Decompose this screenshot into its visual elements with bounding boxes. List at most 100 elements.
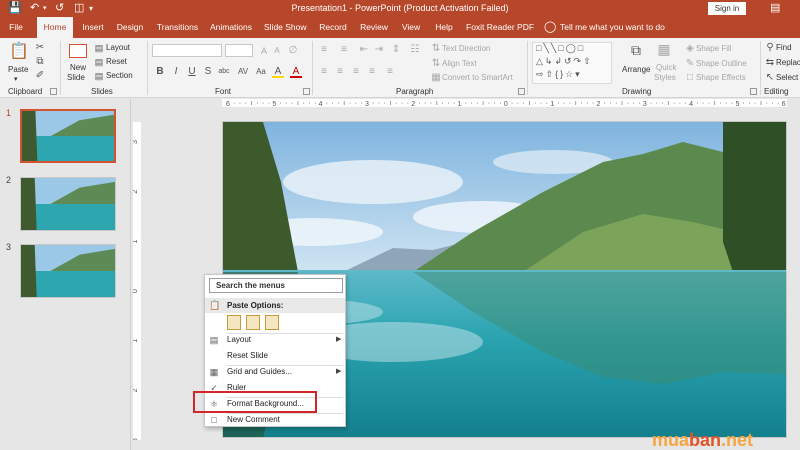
font-color-button[interactable]: A [290, 66, 302, 78]
increase-font-icon[interactable]: A [258, 45, 270, 57]
shape-fill-button[interactable]: Shape Fill [696, 44, 732, 53]
tab-design[interactable]: Design [114, 17, 146, 38]
shapes-row-2-icon[interactable]: △↳↲↺↷⇧ [536, 56, 593, 67]
clipboard-launcher-icon[interactable] [50, 88, 57, 95]
find-icon: ⚲ [766, 42, 774, 53]
bullets-icon[interactable]: ≡ [318, 44, 330, 56]
copy-icon[interactable]: ⧉ [34, 56, 46, 68]
ruler-tick [529, 101, 530, 105]
format-painter-icon[interactable]: ✐ [34, 70, 46, 82]
paste-button[interactable]: Paste [8, 65, 28, 74]
shape-outline-button[interactable]: Shape Outline [696, 59, 747, 68]
ruler-tick [540, 102, 542, 104]
tell-me-search[interactable]: Tell me what you want to do [560, 17, 665, 38]
pane-splitter[interactable] [130, 99, 131, 450]
tab-review[interactable]: Review [358, 17, 390, 38]
tab-file[interactable]: File [4, 17, 28, 38]
align-center-icon[interactable]: ≡ [334, 66, 346, 78]
arrange-button[interactable]: Arrange [622, 65, 650, 74]
strikethrough-button[interactable]: S [202, 66, 214, 78]
italic-button[interactable]: I [170, 66, 182, 78]
align-left-icon[interactable]: ≡ [318, 66, 330, 78]
decrease-font-icon[interactable]: A [271, 45, 283, 57]
character-spacing-button[interactable]: AV [236, 66, 250, 78]
ribbon-display-options-icon[interactable]: ▤ [770, 1, 780, 14]
find-button[interactable]: Find [776, 43, 792, 52]
text-direction-button[interactable]: Text Direction [442, 44, 490, 53]
sign-in-button[interactable]: Sign in [708, 2, 746, 15]
new-slide-icon[interactable] [69, 44, 87, 58]
layout-icon: ▤ [94, 43, 104, 53]
clipboard-paste-icon[interactable]: 📋 [9, 43, 29, 61]
font-name-combobox[interactable] [152, 44, 222, 57]
line-spacing-icon[interactable]: ⇕ [390, 44, 402, 56]
align-text-button[interactable]: Align Text [442, 59, 477, 68]
slide-thumbnail-pane: 1 2 3 [0, 99, 130, 450]
slide-thumbnail-2[interactable] [20, 177, 116, 231]
quick-styles-icon[interactable]: ▦ [656, 42, 672, 59]
paste-keep-source-formatting-icon[interactable] [246, 315, 260, 330]
cut-icon[interactable]: ✂ [34, 42, 46, 54]
tab-record[interactable]: Record [317, 17, 349, 38]
quick-styles-label-2[interactable]: Styles [654, 73, 676, 82]
new-slide-label-1[interactable]: New [70, 63, 86, 72]
underline-button[interactable]: U [186, 66, 198, 78]
numbering-icon[interactable]: ≡ [338, 44, 350, 56]
clear-formatting-icon[interactable]: ∅ [287, 45, 299, 57]
paste-dropdown-icon[interactable]: ▾ [14, 75, 18, 83]
tab-foxit-reader-pdf[interactable]: Foxit Reader PDF [466, 17, 534, 38]
replace-button[interactable]: Replace [776, 58, 800, 67]
font-launcher-icon[interactable] [303, 88, 310, 95]
shapes-row-1-icon[interactable]: □╲╲□◯□ [536, 43, 585, 54]
powerpoint-window: 💾 ↶ ▾ ↺ ◫ ▾ Presentation1 - PowerPoint (… [0, 0, 800, 450]
align-right-icon[interactable]: ≡ [350, 66, 362, 78]
change-case-button[interactable]: Aa [254, 66, 268, 78]
justify-icon[interactable]: ≡ [366, 66, 378, 78]
slide-thumbnail-3[interactable] [20, 244, 116, 298]
arrange-icon[interactable]: ⧉ [628, 43, 644, 60]
paragraph-launcher-icon[interactable] [518, 88, 525, 95]
layout-button[interactable]: Layout [106, 43, 130, 52]
vertical-scrollbar[interactable] [790, 99, 800, 450]
tab-slide-show[interactable]: Slide Show [264, 17, 307, 38]
ruler-tick-label: 6 [226, 101, 230, 107]
tab-help[interactable]: Help [433, 17, 455, 38]
ruler-tick [749, 102, 750, 104]
select-button[interactable]: Select [776, 73, 798, 82]
ruler-tick [760, 101, 762, 105]
distributed-icon[interactable]: ≡ [384, 66, 396, 78]
menu-item-reset-slide[interactable]: Reset Slide [205, 348, 345, 364]
thumbnail-image [21, 178, 115, 230]
tab-transitions[interactable]: Transitions [155, 17, 200, 38]
tab-home[interactable]: Home [37, 17, 73, 38]
paste-picture-icon[interactable] [265, 315, 279, 330]
text-shadow-button[interactable]: abc [216, 66, 232, 78]
tab-insert[interactable]: Insert [80, 17, 106, 38]
tab-view[interactable]: View [399, 17, 423, 38]
columns-icon[interactable]: ☷ [409, 44, 421, 56]
slide-thumbnail-1[interactable] [20, 109, 116, 163]
menu-item-layout[interactable]: ▤ Layout ▶ [205, 332, 345, 348]
section-button[interactable]: Section [106, 71, 133, 80]
ruler-tick-label: 1 [550, 101, 554, 107]
quick-styles-label-1[interactable]: Quick [656, 63, 676, 72]
reset-button[interactable]: Reset [106, 57, 127, 66]
decrease-indent-icon[interactable]: ⇤ [358, 44, 370, 56]
increase-indent-icon[interactable]: ⇥ [373, 44, 385, 56]
shapes-gallery[interactable]: □╲╲□◯□ △↳↲↺↷⇧ ⇨⇧{}☆▾ [532, 42, 612, 84]
convert-smartart-button[interactable]: Convert to SmartArt [442, 73, 513, 82]
menu-item-new-comment[interactable]: □ New Comment [205, 412, 345, 428]
menu-item-grid-and-guides[interactable]: ▦ Grid and Guides... ▶ [205, 364, 345, 380]
tab-animations[interactable]: Animations [207, 17, 255, 38]
shapes-row-3-icon[interactable]: ⇨⇧{}☆▾ [536, 69, 582, 80]
highlight-color-button[interactable]: A [272, 66, 284, 78]
new-slide-label-2[interactable]: Slide [67, 73, 85, 82]
bold-button[interactable]: B [154, 66, 166, 78]
ruler-tick-label: 2 [411, 101, 415, 107]
font-size-combobox[interactable] [225, 44, 253, 57]
shape-effects-button[interactable]: Shape Effects [696, 73, 746, 82]
drawing-launcher-icon[interactable] [750, 88, 757, 95]
search-menus-input[interactable]: Search the menus [209, 278, 343, 293]
ruler-tick [390, 101, 391, 105]
paste-use-destination-theme-icon[interactable] [227, 315, 241, 330]
